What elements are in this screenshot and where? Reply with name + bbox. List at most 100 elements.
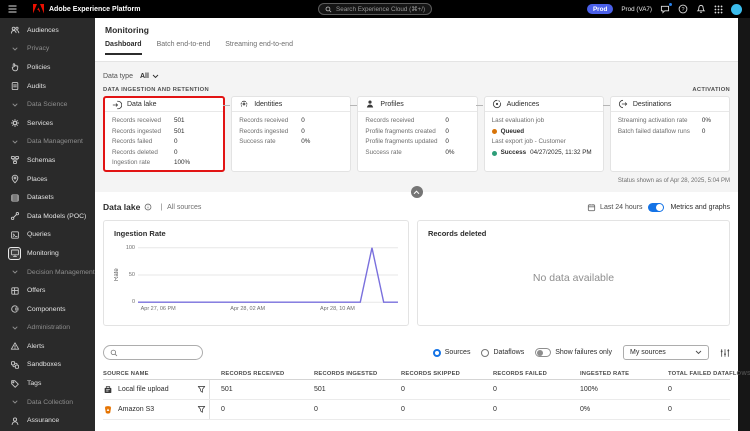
chart-plot: Rate 0 50 100 Apr 27, 06 PM Apr 28, 02 AM Ap… [114, 245, 398, 313]
sidebar-section-data-science[interactable]: Data Science [0, 95, 95, 114]
sidebar-label: Administration [27, 324, 71, 332]
header-records-failed[interactable]: RECORDS FAILED [482, 371, 569, 377]
filter-funnel-icon[interactable] [193, 400, 210, 419]
brand[interactable]: Adobe Experience Platform [33, 4, 140, 14]
cell-skipped: 0 [401, 386, 405, 393]
sidebar-label: Sandboxes [27, 361, 62, 369]
cell-skipped: 0 [401, 406, 405, 413]
adobe-logo-icon [33, 4, 44, 14]
ingestion-rate-chart: Ingestion Rate Rate 0 50 100 Apr 27, 06 PM… [103, 220, 409, 326]
header-source-name[interactable]: SOURCE NAME [103, 371, 210, 377]
card-title: Audiences [506, 100, 540, 108]
metrics-graphs-toggle[interactable] [648, 202, 665, 212]
cell-total_failed: 0 [668, 386, 672, 393]
source-name-cell[interactable]: Amazon S3 [103, 405, 193, 415]
show-failures-label: Show failures only [555, 349, 612, 356]
sidebar-item-assurance[interactable]: Assurance [0, 411, 95, 430]
radio-dataflows-label: Dataflows [493, 349, 525, 356]
header-records-received[interactable]: RECORDS RECEIVED [210, 371, 303, 377]
header-ingested-rate[interactable]: INGESTED RATE [569, 371, 657, 377]
sidebar-item-policies[interactable]: Policies [0, 58, 95, 77]
radio-sources[interactable]: Sources [432, 348, 470, 357]
tab-dashboard[interactable]: Dashboard [105, 41, 142, 55]
sidebar-section-administration[interactable]: Administration [0, 319, 95, 338]
sidebar-item-alerts[interactable]: Alerts [0, 337, 95, 356]
sidebar-item-sandboxes[interactable]: Sandboxes [0, 356, 95, 375]
card-stat-row: Records deleted 0 [112, 148, 216, 159]
table-row[interactable]: Amazon S3 0 0 0 0 0% 0 [103, 400, 730, 420]
sidebar-section-data-management[interactable]: Data Management [0, 133, 95, 152]
sidebar-section-data-collection[interactable]: Data Collection [0, 393, 95, 412]
sidebar-section-privacy[interactable]: Privacy [0, 40, 95, 59]
filter-funnel-icon[interactable] [193, 380, 210, 399]
places-icon [8, 173, 21, 186]
stat-value: 501 [174, 127, 185, 135]
header-total-failed-dataflows[interactable]: TOTAL FAILED DATAFLOWS [657, 371, 750, 377]
cell-ingested: 0 [314, 406, 318, 413]
sidebar-item-monitoring[interactable]: Monitoring [0, 244, 95, 263]
sidebar-item-audiences[interactable]: Audiences [0, 21, 95, 40]
feedback-icon[interactable] [660, 2, 672, 14]
chevron-down-icon [8, 42, 21, 55]
time-range-label: Last 24 hours [600, 203, 643, 211]
global-search[interactable]: Search Experience Cloud (⌘+/) [318, 3, 432, 15]
x-axis-ticks: Apr 27, 06 PM Apr 28, 02 AM Apr 28, 10 AM [138, 303, 398, 313]
chart-title: Ingestion Rate [114, 229, 166, 238]
table-header-row: SOURCE NAME RECORDS RECEIVED RECORDS ING… [103, 368, 750, 380]
avatar[interactable] [731, 3, 742, 15]
collapse-overview-button[interactable] [410, 186, 423, 198]
data-type-dropdown[interactable]: All [140, 73, 159, 80]
sidebar-item-tags[interactable]: Tags [0, 374, 95, 393]
hamburger-menu-icon[interactable] [8, 5, 17, 13]
card-connector-line [602, 105, 610, 106]
table-search[interactable] [103, 345, 203, 360]
sidebar-item-services[interactable]: Services [0, 114, 95, 133]
card-audiences[interactable]: Audiences Last evaluation job Queued Las… [483, 96, 604, 172]
card-profiles[interactable]: Profiles Records received 0 Profile fragme… [357, 96, 478, 172]
card-destinations-stats: Streaming activation rate 0% Batch failed … [611, 112, 729, 137]
header-records-ingested[interactable]: RECORDS INGESTED [303, 371, 390, 377]
sidebar-item-queries[interactable]: Queries [0, 226, 95, 245]
table-row[interactable]: Local file upload 501 501 0 0 100% 0 [103, 380, 730, 400]
card-title: Profiles [380, 100, 404, 108]
table-search-input[interactable] [121, 349, 196, 356]
detail-header: Data lake | All sources Last 24 hours Me… [103, 202, 730, 212]
sidebar-item-schemas[interactable]: Schemas [0, 151, 95, 170]
header-records-skipped[interactable]: RECORDS SKIPPED [390, 371, 482, 377]
tab-streaming-end-to-end[interactable]: Streaming end-to-end [225, 41, 293, 55]
line-plot [138, 247, 398, 303]
page-header: Monitoring Dashboard Batch end-to-end St… [95, 18, 738, 62]
sidebar-section-decision-management[interactable]: Decision Management [0, 263, 95, 282]
sidebar-item-places[interactable]: Places [0, 170, 95, 189]
global-search-placeholder: Search Experience Cloud (⌘+/) [336, 5, 426, 13]
card-data-lake[interactable]: Data lake Records received 501 Records ing… [103, 96, 226, 172]
notifications-bell-icon[interactable] [696, 4, 706, 14]
show-failures-toggle[interactable]: Show failures only [535, 348, 612, 357]
stat-label: Records deleted [112, 148, 158, 156]
metrics-graphs-label: Metrics and graphs [670, 203, 730, 211]
content-row: Audiences Privacy Policies Audits Data Scien… [0, 18, 750, 431]
stat-label: Success rate [365, 148, 402, 156]
sidebar-item-offers[interactable]: Offers [0, 281, 95, 300]
apps-grid-icon[interactable] [714, 5, 723, 14]
card-destinations[interactable]: Destinations Streaming activation rate 0%… [609, 96, 731, 172]
sidebar-item-datasets[interactable]: Datasets [0, 188, 95, 207]
card-identities[interactable]: Identities Records received 0 Records inge… [231, 96, 352, 172]
export-status: Success 04/27/2025, 11:32 PM [491, 148, 596, 159]
tab-batch-end-to-end[interactable]: Batch end-to-end [157, 41, 211, 55]
env-badge[interactable]: Prod [586, 4, 614, 14]
sidebar-item-data-models-poc[interactable]: Data Models (POC) [0, 207, 95, 226]
time-range-button[interactable]: Last 24 hours [587, 203, 642, 212]
stat-label: Profile fragments created [365, 127, 436, 135]
identities-fingerprint-icon [239, 99, 249, 109]
info-icon[interactable] [144, 203, 152, 211]
right-edge-strip [738, 18, 750, 431]
radio-dataflows[interactable]: Dataflows [481, 348, 525, 357]
help-icon[interactable]: ? [678, 4, 688, 14]
sidebar-item-audits[interactable]: Audits [0, 77, 95, 96]
column-settings-icon[interactable] [720, 348, 730, 358]
source-name-cell[interactable]: Local file upload [103, 385, 193, 395]
scope-select[interactable]: My sources [623, 345, 709, 360]
sidebar-item-components[interactable]: Components [0, 300, 95, 319]
sidebar-label: Data Management [27, 138, 83, 146]
